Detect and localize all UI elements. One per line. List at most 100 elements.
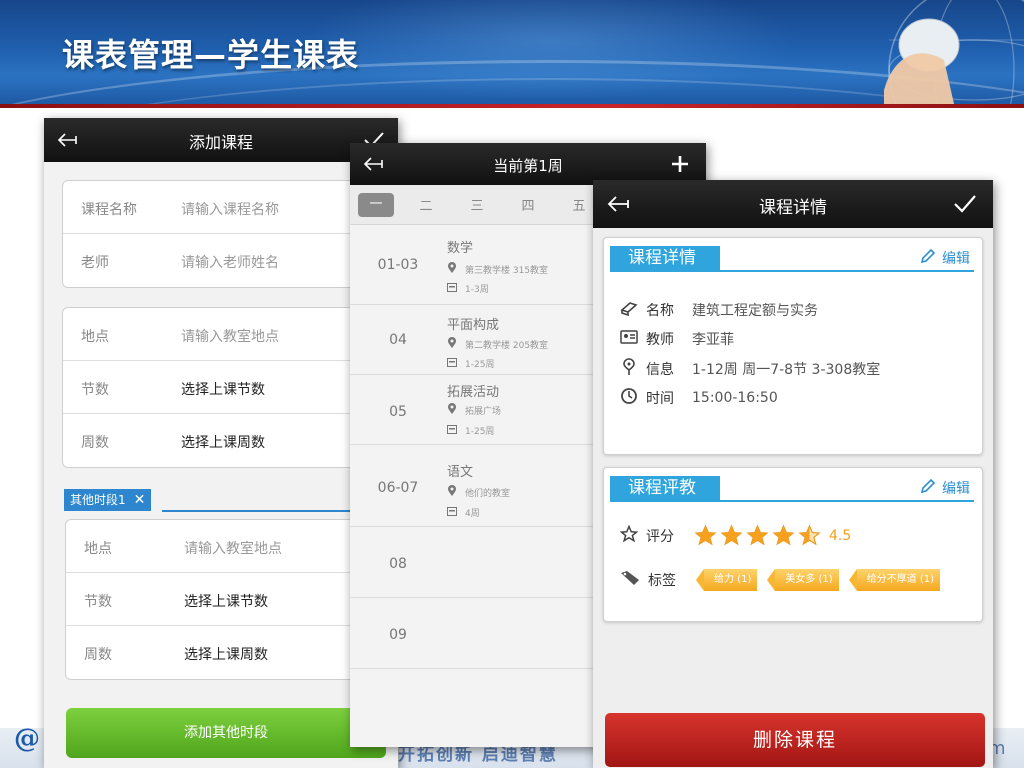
course-evaluation-card: 课程评教 编辑 评分 4.5 标签 给力 (1) 美女多 (1) 给分不厚道 ( [603, 467, 983, 622]
star-filled-icon[interactable] [720, 524, 743, 547]
star-filled-icon[interactable] [694, 524, 717, 547]
teacher-field[interactable]: 老师 请输入老师姓名 [63, 234, 379, 287]
location-field[interactable]: 地点 请输入教室地点 [63, 308, 379, 361]
edit-label: 编辑 [942, 481, 970, 497]
weeks-field[interactable]: 周数 选择上课周数 [63, 414, 379, 467]
teacher-label: 老师 [81, 255, 109, 271]
course-info-heading: 课程详情 [610, 246, 720, 270]
time-row: 时间 15:00-16:50 [620, 387, 778, 409]
teacher-input[interactable]: 请输入老师姓名 [181, 252, 279, 272]
other-periods-select[interactable]: 选择上课节数 [184, 591, 268, 611]
other-weeks-field[interactable]: 周数 选择上课周数 [66, 626, 379, 679]
pencil-icon [920, 478, 936, 498]
other-periods-field[interactable]: 节数 选择上课节数 [66, 573, 379, 626]
time-key: 时间 [646, 391, 674, 407]
tag-icon [620, 570, 640, 590]
course-weeks: 4周 [447, 506, 480, 519]
course-weeks: 1-3周 [447, 282, 489, 295]
calendar-icon [447, 506, 457, 519]
course-name-input[interactable]: 请输入课程名称 [181, 199, 279, 219]
edit-label: 编辑 [942, 251, 970, 267]
rating-row: 评分 4.5 [619, 524, 851, 547]
tab-monday[interactable]: 一 [358, 193, 394, 217]
book-icon [620, 300, 638, 320]
period-label: 04 [389, 332, 407, 348]
course-name: 拓展活动 [447, 385, 500, 400]
edit-info-button[interactable]: 编辑 [920, 248, 970, 268]
course-name: 语文 [447, 465, 474, 480]
globe-mouse-decoration [884, 0, 1024, 104]
weeks-select[interactable]: 选择上课周数 [181, 432, 265, 452]
tab-thursday[interactable]: 四 [510, 195, 546, 214]
tags-key: 标签 [648, 573, 676, 589]
tag-chip[interactable]: 给分不厚道 (1) [848, 569, 941, 591]
course-name-field[interactable]: 课程名称 请输入课程名称 [63, 181, 379, 234]
weeks-label: 周数 [81, 435, 109, 451]
name-key: 名称 [646, 303, 674, 319]
star-filled-icon[interactable] [772, 524, 795, 547]
room-text: 第二教学楼 205教室 [465, 341, 549, 351]
course-detail-title: 课程详情 [759, 198, 827, 218]
course-info-header: 课程详情 编辑 [610, 246, 974, 272]
delete-course-button[interactable]: 删除课程 [605, 713, 985, 767]
add-icon[interactable] [662, 143, 698, 185]
course-weeks: 1-25周 [447, 357, 494, 370]
course-room: 第三教学楼 315教室 [447, 262, 548, 277]
teacher-value: 李亚菲 [692, 332, 734, 348]
other-location-field[interactable]: 地点 请输入教室地点 [66, 520, 379, 573]
course-name-label: 课程名称 [81, 202, 137, 218]
course-detail-screen: 课程详情 课程详情 编辑 名称 建筑工程定额与实务 教师 李亚菲 信息 1-12… [593, 180, 993, 768]
location-pin-icon [447, 485, 457, 500]
course-name: 数学 [447, 241, 474, 256]
course-time-form: 地点 请输入教室地点 节数 选择上课节数 周数 选择上课周数 [62, 307, 380, 468]
add-course-topbar: 添加课程 [44, 118, 398, 162]
period-label: 08 [389, 556, 407, 572]
tab-tuesday[interactable]: 二 [408, 195, 444, 214]
other-periods-label: 节数 [84, 594, 112, 610]
periods-select[interactable]: 选择上课节数 [181, 379, 265, 399]
schedule-topbar: 当前第1周 [350, 143, 706, 185]
tab-wednesday[interactable]: 三 [459, 195, 495, 214]
add-course-title: 添加课程 [188, 133, 253, 152]
teacher-row: 教师 李亚菲 [620, 329, 734, 349]
course-info-card: 课程详情 编辑 名称 建筑工程定额与实务 教师 李亚菲 信息 1-12周 周一7… [603, 237, 983, 455]
other-weeks-select[interactable]: 选择上课周数 [184, 644, 268, 664]
weeks-text: 1-25周 [465, 427, 495, 437]
info-value: 1-12周 周一7-8节 3-308教室 [692, 362, 881, 378]
weeks-text: 1-3周 [465, 285, 489, 295]
room-text: 他们的教室 [465, 489, 511, 499]
other-weeks-label: 周数 [84, 647, 112, 663]
remove-period-icon[interactable]: ✕ [134, 489, 146, 511]
period-label: 06-07 [377, 480, 419, 496]
room-text: 第三教学楼 315教室 [465, 266, 549, 276]
other-period-tag: 其他时段1 ✕ [64, 489, 152, 511]
location-pin-icon [447, 337, 457, 352]
edit-evaluation-button[interactable]: 编辑 [920, 478, 970, 498]
tag-chip[interactable]: 给力 (1) [695, 569, 758, 591]
location-pin-icon [620, 358, 638, 380]
slide-title: 课表管理—学生课表 [62, 36, 360, 74]
name-value: 建筑工程定额与实务 [692, 303, 818, 319]
other-period-label: 其他时段1 [70, 493, 126, 507]
course-room: 拓展广场 [447, 403, 501, 418]
id-card-icon [620, 330, 638, 348]
course-weeks: 1-25周 [447, 424, 494, 437]
rating-stars[interactable] [694, 524, 821, 547]
tag-chip[interactable]: 美女多 (1) [767, 569, 839, 591]
time-value: 15:00-16:50 [692, 390, 778, 406]
pencil-icon [920, 248, 936, 268]
add-other-period-button[interactable]: 添加其他时段 [66, 708, 386, 758]
tab-friday[interactable]: 五 [561, 195, 597, 214]
confirm-check-icon[interactable] [947, 180, 983, 228]
star-half-icon[interactable] [798, 524, 821, 547]
evaluation-header: 课程评教 编辑 [610, 476, 974, 502]
add-course-screen: 添加课程 课程名称 请输入课程名称 老师 请输入老师姓名 地点 请输入教室地点 … [44, 118, 398, 768]
other-location-input[interactable]: 请输入教室地点 [184, 538, 282, 558]
current-week-title: 当前第1周 [493, 157, 563, 175]
periods-field[interactable]: 节数 选择上课节数 [63, 361, 379, 414]
info-key: 信息 [646, 362, 674, 378]
star-filled-icon[interactable] [746, 524, 769, 547]
course-detail-topbar: 课程详情 [593, 180, 993, 228]
location-pin-icon [447, 262, 457, 277]
location-input[interactable]: 请输入教室地点 [181, 326, 279, 346]
